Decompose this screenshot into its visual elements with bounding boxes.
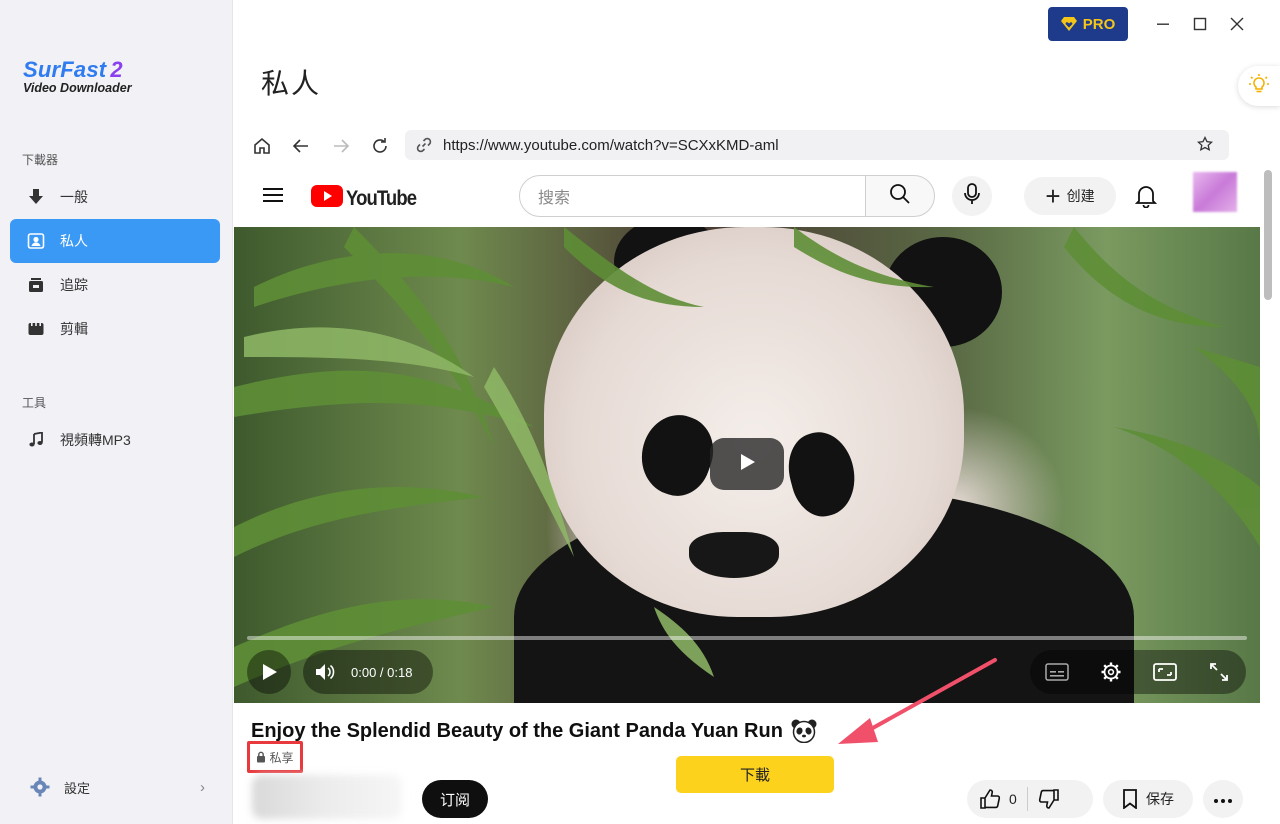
settings-label: 設定 [64, 780, 91, 796]
like-count: 0 [1009, 791, 1017, 807]
sidebar-item-private[interactable]: 私人 [10, 219, 220, 263]
sidebar-item-label: 追踪 [60, 277, 88, 293]
video-title: Enjoy the Splendid Beauty of the Giant P… [251, 719, 817, 743]
youtube-logo[interactable]: YouTube [311, 185, 426, 212]
channel-info-blurred [252, 775, 402, 819]
avatar[interactable] [1193, 172, 1237, 212]
video-time: 0:00 / 0:18 [351, 664, 413, 680]
lightbulb-tip-button[interactable] [1238, 66, 1280, 106]
privacy-label: 私享 [269, 750, 294, 765]
volume-time-group: 0:00 / 0:18 [303, 650, 433, 694]
clip-icon [26, 319, 46, 339]
sidebar-item-video-to-mp3[interactable]: 視頻轉MP3 [10, 418, 220, 462]
sidebar-item-general[interactable]: 一般 [10, 175, 220, 219]
diamond-heart-icon [1060, 17, 1077, 31]
save-button[interactable]: 保存 [1103, 780, 1193, 818]
play-icon [736, 451, 758, 478]
url-bar[interactable]: https://www.youtube.com/watch?v=SCXxKMD-… [405, 130, 1229, 160]
track-icon [26, 275, 46, 295]
save-label: 保存 [1146, 791, 1174, 807]
like-dislike-group: 0 [967, 780, 1093, 818]
home-icon[interactable] [251, 135, 273, 157]
private-user-icon [26, 231, 46, 251]
panda-face-icon [791, 719, 817, 743]
sidebar-item-label: 視頻轉MP3 [60, 432, 131, 448]
youtube-logo-text: YouTube [346, 186, 417, 210]
sidebar-item-label: 一般 [60, 189, 88, 205]
search-placeholder: 搜索 [538, 190, 571, 207]
star-bookmark-icon[interactable] [1197, 136, 1213, 152]
player-right-controls [1030, 650, 1246, 694]
volume-icon[interactable] [303, 650, 347, 694]
more-options-button[interactable] [1203, 780, 1243, 818]
settings-button[interactable]: 設定 › [30, 776, 205, 798]
voice-search-button[interactable] [952, 176, 992, 216]
pro-button[interactable]: PRO [1048, 7, 1128, 41]
panda-nose [689, 532, 779, 578]
app-logo: SurFast 2 Video Downloader [23, 57, 132, 95]
youtube-search-button[interactable] [865, 175, 935, 217]
maximize-icon[interactable] [1190, 14, 1210, 34]
video-title-text: Enjoy the Splendid Beauty of the Giant P… [251, 719, 783, 742]
logo-version: 2 [110, 57, 123, 82]
browser-toolbar: https://www.youtube.com/watch?v=SCXxKMD-… [233, 127, 1280, 165]
search-icon [889, 183, 911, 210]
close-icon[interactable] [1227, 14, 1247, 34]
gear-icon [30, 777, 50, 797]
lock-icon [256, 751, 266, 763]
download-button[interactable]: 下載 [676, 756, 834, 793]
microphone-icon [963, 182, 981, 210]
settings-gear-icon[interactable] [1084, 650, 1138, 694]
sidebar: SurFast 2 Video Downloader 下載器 一般 私人 追踪 剪… [0, 0, 233, 824]
hamburger-menu-icon[interactable] [263, 187, 283, 208]
like-divider [1026, 787, 1028, 811]
subscribe-label: 订阅 [439, 791, 470, 809]
logo-subtitle: Video Downloader [23, 81, 132, 95]
sidebar-item-track[interactable]: 追踪 [10, 263, 220, 307]
download-arrow-icon [26, 187, 46, 207]
play-icon [247, 650, 291, 694]
logo-name: SurFast [23, 57, 107, 82]
video-progress-bar[interactable] [247, 636, 1247, 640]
reload-icon[interactable] [369, 135, 391, 157]
plus-icon: + [1045, 181, 1061, 211]
video-player[interactable]: 0:00 / 0:18 [234, 227, 1260, 703]
youtube-header: YouTube 搜索 + 创建 [233, 172, 1260, 222]
privacy-badge: 私享 [247, 741, 303, 773]
thumbs-down-icon[interactable] [1038, 788, 1060, 810]
theater-mode-icon[interactable] [1138, 650, 1192, 694]
url-text: https://www.youtube.com/watch?v=SCXxKMD-… [443, 136, 779, 154]
more-horizontal-icon [1214, 790, 1232, 808]
fullscreen-icon[interactable] [1192, 650, 1246, 694]
create-label: 创建 [1066, 188, 1095, 204]
page-title: 私人 [261, 67, 322, 100]
minimize-icon[interactable] [1153, 14, 1173, 34]
create-button[interactable]: + 创建 [1024, 177, 1116, 215]
subscribe-button[interactable]: 订阅 [422, 780, 488, 818]
sidebar-item-label: 剪輯 [60, 321, 88, 337]
play-button[interactable] [247, 650, 291, 694]
youtube-search-input[interactable]: 搜索 [519, 175, 866, 217]
page-scrollbar[interactable] [1264, 170, 1272, 300]
video-play-overlay-button[interactable] [710, 438, 784, 490]
lightbulb-icon [1248, 73, 1270, 100]
subtitles-icon[interactable] [1030, 650, 1084, 694]
bookmark-icon [1122, 789, 1138, 809]
music-note-icon [26, 430, 46, 450]
forward-arrow-icon[interactable] [330, 135, 352, 157]
back-arrow-icon[interactable] [290, 135, 312, 157]
section-label-tools: 工具 [22, 396, 47, 410]
bell-notification-icon[interactable] [1134, 184, 1158, 213]
chevron-right-icon: › [200, 778, 205, 796]
section-label-downloader: 下載器 [22, 153, 59, 167]
pro-label: PRO [1082, 15, 1116, 33]
youtube-play-logo-icon [311, 185, 343, 212]
link-icon [415, 136, 433, 154]
sidebar-item-label: 私人 [60, 233, 88, 249]
download-label: 下載 [739, 767, 770, 784]
thumbs-up-icon[interactable] [979, 788, 1001, 810]
sidebar-item-clip[interactable]: 剪輯 [10, 307, 220, 351]
